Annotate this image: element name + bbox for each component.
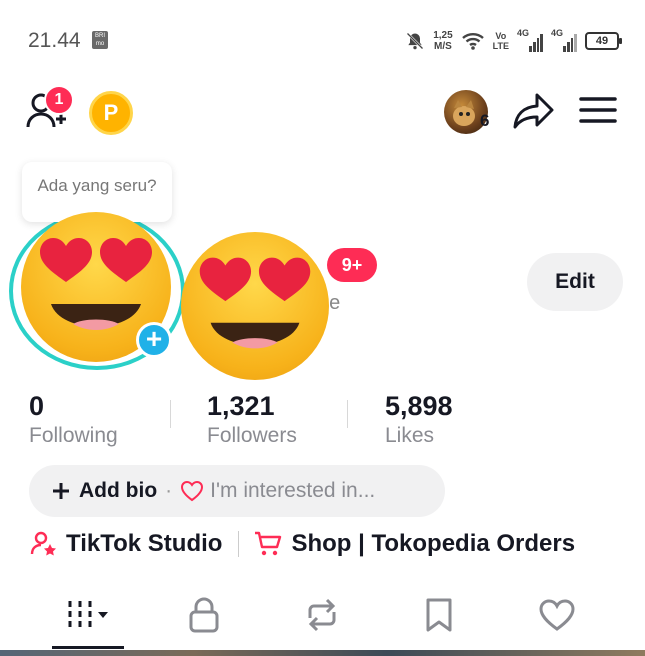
plus-icon — [53, 483, 69, 499]
heart-eyes-emoji-icon — [181, 232, 329, 380]
stat-followers[interactable]: 1,321 Followers — [207, 390, 297, 450]
tab-liked[interactable] — [527, 590, 587, 640]
stat-followers-value: 1,321 — [207, 391, 275, 421]
lock-icon — [189, 597, 219, 633]
tiktok-studio-icon — [30, 531, 56, 556]
status-time: 21.44 — [28, 29, 81, 52]
shopping-cart-icon — [255, 531, 282, 556]
tab-private[interactable] — [174, 590, 234, 640]
coin-button[interactable]: P — [89, 91, 133, 135]
network-speed-value: 1,25 — [433, 30, 453, 41]
stat-following-label: Following — [29, 424, 118, 447]
share-profile-button[interactable] — [510, 90, 556, 132]
status-bar: 21.44 BRI mo 1,25 M/S Vo LTE 4G 4G 49 — [0, 0, 645, 70]
network-speed-unit: M/S — [434, 41, 452, 52]
menu-button[interactable] — [577, 92, 619, 128]
add-bio-pill[interactable]: Add bio · I'm interested in... — [29, 465, 445, 517]
heart-icon — [539, 599, 575, 631]
signal-1-label: 4G — [517, 28, 530, 38]
battery-icon: 49 — [585, 32, 622, 50]
bio-separator: · — [165, 479, 173, 502]
status-icons: 1,25 M/S Vo LTE 4G 4G 49 — [405, 26, 622, 56]
shop-orders-link[interactable]: Shop | Tokopedia Orders — [291, 530, 575, 558]
bookmark-icon — [426, 598, 452, 632]
video-thumbnails-strip[interactable] — [0, 650, 645, 656]
stat-divider — [347, 400, 348, 428]
coin-letter: P — [103, 100, 119, 125]
stat-followers-label: Followers — [207, 424, 297, 447]
stat-likes[interactable]: 5,898 Likes — [385, 390, 453, 450]
interests-label: I'm interested in... — [210, 479, 376, 502]
stat-likes-value: 5,898 — [385, 391, 453, 421]
friend-notification-badge: 1 — [44, 85, 74, 115]
network-speed: 1,25 M/S — [433, 30, 452, 52]
signal-icon-2: 4G — [551, 28, 577, 52]
stat-following[interactable]: 0 Following — [29, 390, 118, 450]
mute-bell-icon — [406, 32, 424, 50]
stat-likes-label: Likes — [385, 424, 435, 447]
active-tab-indicator — [52, 646, 124, 649]
volte-indicator: Vo LTE — [493, 31, 509, 51]
tab-reposts[interactable] — [292, 590, 352, 640]
volte-top: Vo — [495, 31, 507, 41]
edit-profile-button[interactable]: Edit — [527, 253, 623, 311]
tiktok-studio-link[interactable]: TikTok Studio — [66, 530, 222, 558]
profile-tab-bar — [0, 590, 645, 646]
tab-favorites[interactable] — [409, 590, 469, 640]
wifi-icon — [461, 33, 484, 50]
tab-videos[interactable] — [58, 590, 118, 640]
profile-links: TikTok Studio Shop | Tokopedia Orders — [30, 530, 575, 558]
link-separator — [238, 531, 240, 557]
signal-icon-1: 4G — [517, 28, 543, 52]
heart-outline-icon — [181, 480, 204, 502]
add-bio-label: Add bio — [79, 479, 158, 502]
bri-app-icon: BRI mo — [92, 31, 108, 49]
volte-bottom: LTE — [492, 41, 509, 51]
stat-following-value: 0 — [29, 391, 45, 421]
signal-2-label: 4G — [551, 28, 564, 38]
add-story-button[interactable]: + — [136, 322, 172, 358]
account-count: 6 — [480, 111, 490, 130]
share-arrow-icon — [513, 93, 554, 129]
hamburger-menu-icon — [579, 97, 617, 123]
notification-badge[interactable]: 9+ — [327, 248, 377, 282]
videos-grid-icon — [68, 601, 108, 627]
stat-divider — [170, 400, 171, 428]
repost-icon — [308, 598, 336, 632]
